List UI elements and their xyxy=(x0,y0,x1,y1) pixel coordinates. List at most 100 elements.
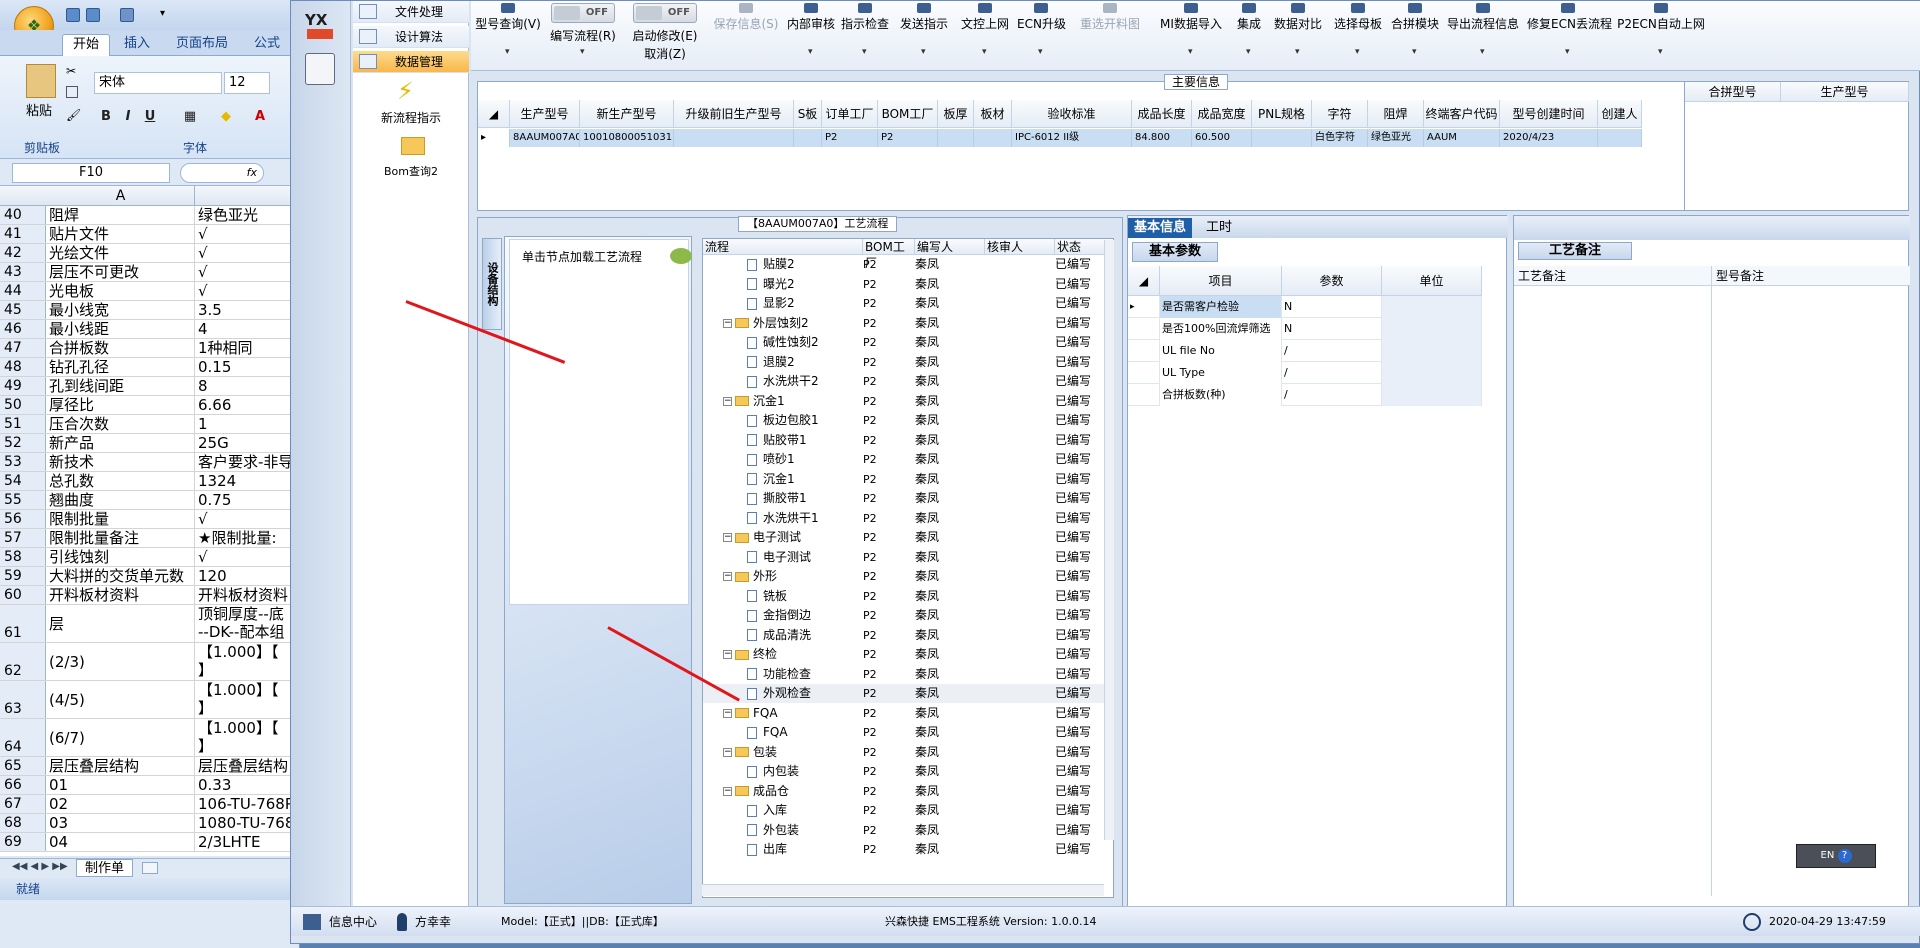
chevron-down-icon[interactable]: ▾ xyxy=(580,47,585,57)
chevron-down-icon[interactable]: ▾ xyxy=(1246,47,1251,57)
row-number[interactable]: 65 xyxy=(0,757,46,775)
tree-row[interactable]: 外观检查 P2 秦凤 已编写 xyxy=(703,684,1113,703)
tree-node[interactable]: 水洗烘干2 xyxy=(703,372,863,391)
row-number[interactable]: 47 xyxy=(0,339,46,357)
language-label[interactable]: EN xyxy=(1821,850,1835,861)
tree-col-header[interactable]: 流程 xyxy=(703,239,863,255)
cell-b[interactable]: 8 xyxy=(196,377,290,395)
collapse-icon[interactable]: − xyxy=(723,318,732,328)
tree-row[interactable]: − FQA P2 秦凤 已编写 xyxy=(703,704,1113,723)
main-info-cell[interactable]: 白色字符 xyxy=(1312,129,1368,147)
tree-row[interactable]: − 电子测试 P2 秦凤 已编写 xyxy=(703,528,1113,547)
toolbar-button-16[interactable]: 导出流程信息 xyxy=(1443,15,1523,33)
cell-b[interactable]: 1080-TU-768P xyxy=(196,814,290,832)
row-number[interactable]: 48 xyxy=(0,358,46,376)
tree-row[interactable]: 沉金1 P2 秦凤 已编写 xyxy=(703,470,1113,489)
cell-a[interactable]: (4/5) xyxy=(47,681,195,718)
toolbar-button-8[interactable]: 文控上网 xyxy=(957,15,1013,33)
toggle-switch[interactable]: OFF xyxy=(633,3,697,23)
tree-node[interactable]: 贴胶带1 xyxy=(703,431,863,450)
main-info-header[interactable]: 新生产型号 xyxy=(580,100,674,128)
tree-node[interactable]: − 成品仓 xyxy=(703,782,863,801)
equipment-structure-tab[interactable]: 设备结构 xyxy=(482,238,502,330)
cell-a[interactable]: 新产品 xyxy=(47,434,195,452)
tab-home[interactable]: 开始 xyxy=(62,34,111,56)
main-info-header[interactable]: 订单工厂 xyxy=(822,100,878,128)
row-number[interactable]: 66 xyxy=(0,776,46,794)
row-number[interactable]: 42 xyxy=(0,244,46,262)
tree-row[interactable]: 水洗烘干2 P2 秦凤 已编写 xyxy=(703,372,1113,391)
underline-button[interactable]: U xyxy=(140,107,160,127)
toolbar-button-13[interactable]: 数据对比 xyxy=(1271,15,1325,33)
cell-b[interactable]: 4 xyxy=(196,320,290,338)
chevron-down-icon[interactable]: ▾ xyxy=(1480,47,1485,57)
row-number[interactable]: 68 xyxy=(0,814,46,832)
tree-node[interactable]: − 外层蚀刻2 xyxy=(703,314,863,333)
paste-icon[interactable] xyxy=(26,64,56,98)
cell-b[interactable]: √ xyxy=(196,263,290,281)
cell-a[interactable]: 新技术 xyxy=(47,453,195,471)
param-unit[interactable] xyxy=(1382,384,1482,406)
grid-icon[interactable] xyxy=(303,914,321,930)
nav-item-2[interactable]: 设计算法 xyxy=(353,26,469,48)
cell-a[interactable]: 限制批量备注 xyxy=(47,529,195,547)
collapse-icon[interactable]: − xyxy=(723,572,732,581)
chevron-down-icon[interactable]: ▾ xyxy=(1565,47,1570,57)
borders-icon[interactable]: ▦ xyxy=(180,107,200,127)
insert-sheet-icon[interactable] xyxy=(142,862,158,874)
row-number[interactable]: 67 xyxy=(0,795,46,813)
cell-b[interactable]: 绿色亚光 xyxy=(196,206,290,224)
name-box[interactable]: F10 xyxy=(12,163,170,183)
main-info-cell[interactable]: P2 xyxy=(822,129,878,147)
row-number[interactable]: 57 xyxy=(0,529,46,547)
cell-a[interactable]: 最小线距 xyxy=(47,320,195,338)
param-item[interactable]: 是否需客户检验 xyxy=(1160,296,1282,318)
chevron-down-icon[interactable]: ▾ xyxy=(1038,47,1043,57)
cell-a[interactable]: 阻焊 xyxy=(47,206,195,224)
toolbar-button-5[interactable]: 内部审核 xyxy=(785,15,837,33)
tree-row[interactable]: 入库 P2 秦凤 已编写 xyxy=(703,801,1113,820)
tab-basic-info[interactable]: 基本信息 xyxy=(1128,218,1193,238)
cell-b[interactable]: 0.33 xyxy=(196,776,290,794)
tree-col-header[interactable]: BOM工厂 xyxy=(863,239,915,270)
main-info-header[interactable]: 成品宽度 xyxy=(1192,100,1252,128)
tree-row[interactable]: 退膜2 P2 秦凤 已编写 xyxy=(703,353,1113,372)
basic-param-row[interactable]: UL file No / xyxy=(1128,340,1482,362)
tree-node[interactable]: 外包装 xyxy=(703,821,863,840)
tree-node[interactable]: 成品清洗 xyxy=(703,626,863,645)
tree-row[interactable]: 铣板 P2 秦凤 已编写 xyxy=(703,587,1113,606)
tree-node[interactable]: 贴膜2 xyxy=(703,255,863,274)
cell-a[interactable]: 层压叠层结构 xyxy=(47,757,195,775)
bold-button[interactable]: B xyxy=(96,107,116,127)
toolbar-button-3[interactable]: 启动修改(E) xyxy=(625,27,705,45)
toolbar-button-7[interactable]: 发送指示 xyxy=(895,15,953,33)
main-info-header[interactable]: 阻焊 xyxy=(1368,100,1424,128)
cell-a[interactable]: 翘曲度 xyxy=(47,491,195,509)
tree-node[interactable]: 功能检查 xyxy=(703,665,863,684)
craft-col-notes[interactable]: 工艺备注 xyxy=(1514,266,1712,286)
merge-header-1[interactable]: 合拼型号 xyxy=(1685,82,1781,102)
chevron-down-icon[interactable]: ▾ xyxy=(505,47,510,57)
fill-color-icon[interactable]: ◆ xyxy=(216,107,236,127)
collapse-icon[interactable]: − xyxy=(723,533,732,542)
main-info-cell[interactable] xyxy=(794,129,822,147)
param-item[interactable]: UL file No xyxy=(1160,340,1282,362)
node-list[interactable]: 单击节点加载工艺流程 xyxy=(509,239,692,605)
main-info-cell[interactable] xyxy=(974,129,1012,147)
tree-row[interactable]: − 终检 P2 秦凤 已编写 xyxy=(703,645,1113,664)
tree-node[interactable]: − FQA xyxy=(703,704,863,723)
cell-b[interactable]: 1种相同 xyxy=(196,339,290,357)
sheet-nav-icons[interactable]: ◀◀ ◀ ▶ ▶▶ xyxy=(12,861,68,872)
collapse-icon[interactable]: − xyxy=(723,786,732,796)
tree-node[interactable]: 板边包胶1 xyxy=(703,411,863,430)
tree-node[interactable]: − 沉金1 xyxy=(703,392,863,411)
column-a-header[interactable]: A xyxy=(47,186,195,206)
cell-b[interactable]: 6.66 xyxy=(196,396,290,414)
lightning-icon[interactable]: ⚡ xyxy=(397,77,414,105)
font-color-icon[interactable]: A xyxy=(250,107,270,127)
row-number[interactable]: 49 xyxy=(0,377,46,395)
undo-icon[interactable] xyxy=(86,8,100,22)
format-painter-icon[interactable]: 🖌 xyxy=(66,108,81,122)
cell-a[interactable]: 压合次数 xyxy=(47,415,195,433)
fx-icon[interactable]: fx xyxy=(180,163,264,183)
